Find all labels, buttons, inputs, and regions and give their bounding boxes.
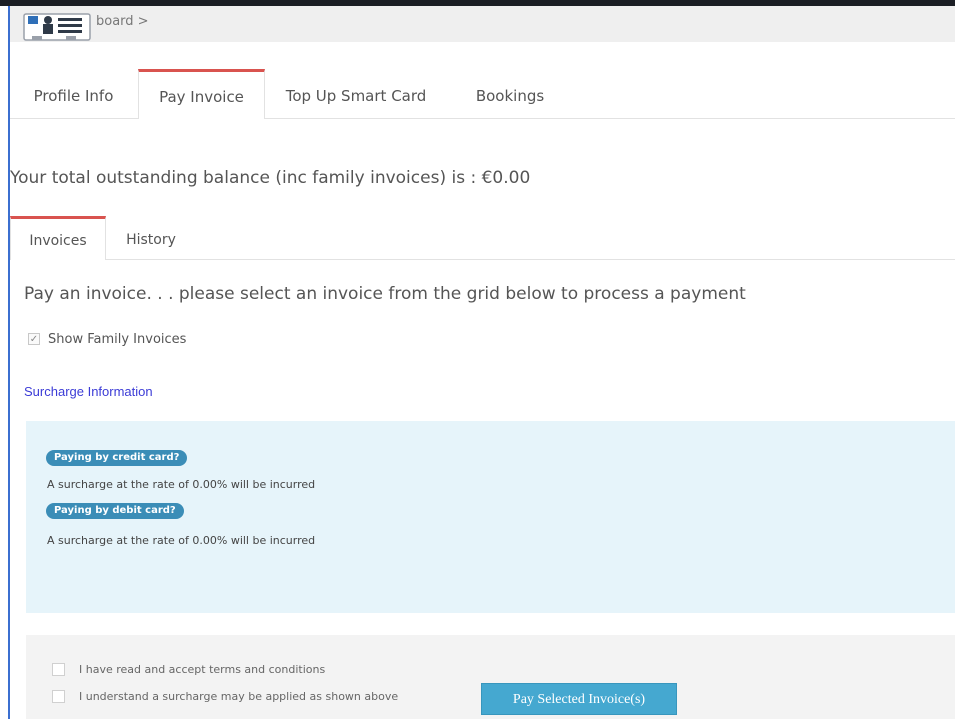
- credit-card-badge: Paying by credit card?: [46, 450, 188, 466]
- dashboard-app-icon[interactable]: [22, 10, 94, 42]
- show-family-invoices-row[interactable]: ✓ Show Family Invoices: [28, 330, 186, 348]
- tab-top-up-smart-card[interactable]: Top Up Smart Card: [266, 70, 446, 118]
- accept-terms-label[interactable]: I have read and accept terms and conditi…: [79, 663, 325, 676]
- tab-bookings[interactable]: Bookings: [450, 70, 570, 118]
- terms-row[interactable]: I have read and accept terms and conditi…: [52, 663, 325, 676]
- tab-pay-invoice[interactable]: Pay Invoice: [138, 69, 265, 119]
- tab-history[interactable]: History: [108, 217, 194, 259]
- invoice-sub-tabs: Invoices History: [10, 216, 955, 260]
- credit-card-surcharge-text: A surcharge at the rate of 0.00% will be…: [47, 478, 316, 491]
- debit-card-badge: Paying by debit card?: [46, 503, 184, 519]
- show-family-invoices-checkbox[interactable]: ✓: [28, 333, 40, 345]
- accept-terms-checkbox[interactable]: [52, 663, 65, 676]
- surcharge-acknowledge-row[interactable]: I understand a surcharge may be applied …: [52, 690, 398, 703]
- surcharge-acknowledge-checkbox[interactable]: [52, 690, 65, 703]
- breadcrumb: board >: [10, 6, 955, 42]
- outstanding-balance: Your total outstanding balance (inc fami…: [10, 168, 531, 188]
- tab-invoices[interactable]: Invoices: [10, 216, 106, 260]
- main-tabs: Profile Info Pay Invoice Top Up Smart Ca…: [10, 69, 955, 119]
- page: board > Profile Info Pay Invoice Top Up …: [0, 0, 955, 719]
- tab-profile-info[interactable]: Profile Info: [10, 70, 137, 118]
- debit-card-surcharge-text: A surcharge at the rate of 0.00% will be…: [47, 534, 316, 547]
- breadcrumb-link[interactable]: board >: [96, 14, 149, 29]
- show-family-invoices-label[interactable]: Show Family Invoices: [48, 332, 186, 347]
- surcharge-acknowledge-label[interactable]: I understand a surcharge may be applied …: [79, 690, 398, 703]
- pay-selected-invoices-button[interactable]: Pay Selected Invoice(s): [481, 683, 677, 715]
- pay-invoice-instructions: Pay an invoice. . . please select an inv…: [24, 284, 746, 304]
- surcharge-info-panel: Paying by credit card? A surcharge at th…: [26, 421, 955, 613]
- surcharge-information-link[interactable]: Surcharge Information: [24, 384, 153, 399]
